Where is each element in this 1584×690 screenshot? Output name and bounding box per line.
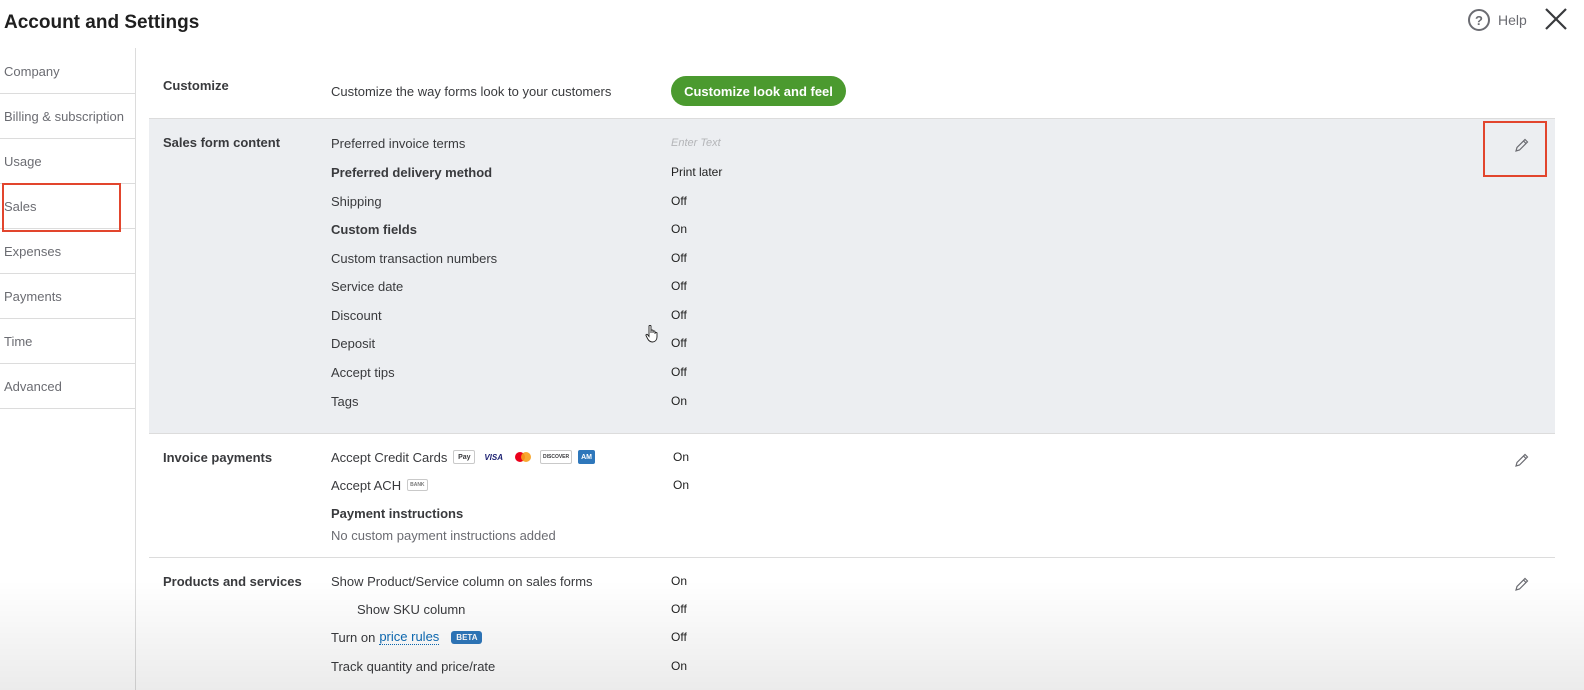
page-title: Account and Settings	[4, 12, 200, 33]
setting-value: On	[671, 394, 688, 408]
beta-badge: BETA	[451, 630, 483, 644]
setting-name: Tags	[331, 393, 359, 409]
customize-section: Customize Customize the way forms look t…	[149, 48, 1555, 119]
invoice-payments-section: Invoice payments Accept Credit Cards Pay…	[149, 434, 1555, 558]
setting-row[interactable]: Show Product/Service column on sales for…	[331, 571, 1531, 591]
pencil-icon[interactable]	[1514, 452, 1530, 468]
discover-icon: DISCOVER	[540, 450, 573, 464]
payment-instructions-text: No custom payment instructions added	[331, 527, 556, 543]
sidebar-item-billing[interactable]: Billing & subscription	[0, 94, 135, 139]
sidebar-item-usage[interactable]: Usage	[0, 139, 135, 184]
setting-name: Turn on price rules BETA	[331, 629, 671, 645]
products-services-label: Products and services	[163, 574, 302, 589]
setting-value: On	[671, 222, 688, 236]
setting-name: Discount	[331, 307, 382, 323]
sidebar-item-sales[interactable]: Sales	[0, 183, 135, 232]
setting-value: On	[671, 574, 688, 588]
apple-pay-icon: Pay	[453, 450, 476, 464]
mastercard-icon	[512, 450, 534, 464]
turn-on-label: Turn on	[331, 629, 376, 645]
setting-row[interactable]: Preferred delivery method Print later	[331, 162, 1531, 182]
setting-row[interactable]: Discount Off	[331, 305, 1531, 325]
setting-name: Service date	[331, 278, 404, 294]
customize-label: Customize	[163, 78, 229, 93]
customize-look-button[interactable]: Customize look and feel	[671, 76, 846, 106]
setting-value: Off	[671, 194, 687, 208]
setting-name: Deposit	[331, 335, 376, 351]
setting-value: Off	[671, 365, 687, 379]
setting-name: Accept tips	[331, 364, 395, 380]
sales-form-section: Sales form content Preferred invoice ter…	[149, 119, 1555, 434]
setting-row[interactable]: Accept Credit Cards Pay VISA DISCOVER AM…	[331, 447, 1531, 467]
setting-row[interactable]: Accept tips Off	[331, 362, 1531, 382]
customize-description-row: Customize the way forms look to your cus…	[331, 81, 1531, 101]
setting-row[interactable]: Preferred invoice terms Enter Text	[331, 133, 1531, 153]
bank-icon: BANK	[407, 479, 428, 491]
setting-row[interactable]: Turn on price rules BETA Off	[331, 627, 1531, 647]
setting-row[interactable]: Accept ACH BANK On	[331, 475, 1531, 495]
setting-value: Off	[671, 279, 687, 293]
setting-value: Off	[671, 630, 687, 644]
setting-row[interactable]: Shipping Off	[331, 191, 1531, 211]
accept-credit-cards-label: Accept Credit Cards	[331, 449, 448, 465]
help-label: Help	[1498, 12, 1527, 28]
help-button[interactable]: ? Help	[1468, 9, 1527, 31]
setting-row[interactable]: Show SKU column Off	[331, 599, 1531, 619]
setting-row[interactable]: Custom transaction numbers Off	[331, 248, 1531, 268]
pencil-icon[interactable]	[1514, 576, 1530, 592]
close-icon[interactable]	[1543, 6, 1569, 32]
setting-row[interactable]: Deposit Off	[331, 333, 1531, 353]
sales-form-label: Sales form content	[163, 135, 281, 150]
setting-name: Custom fields	[331, 221, 417, 237]
setting-row[interactable]: Service date Off	[331, 276, 1531, 296]
setting-value: On	[673, 478, 690, 492]
setting-name: Show SKU column	[357, 601, 466, 617]
setting-value: Off	[671, 308, 687, 322]
customize-description: Customize the way forms look to your cus…	[331, 83, 612, 99]
setting-name: Show Product/Service column on sales for…	[331, 573, 593, 589]
help-icon: ?	[1468, 9, 1490, 31]
pencil-icon[interactable]	[1514, 137, 1530, 153]
setting-name: Accept Credit Cards Pay VISA DISCOVER AM	[331, 450, 671, 465]
amex-icon: AM	[578, 450, 596, 464]
sidebar-item-time[interactable]: Time	[0, 319, 135, 364]
sidebar-item-advanced[interactable]: Advanced	[0, 364, 135, 409]
setting-row[interactable]: Track quantity and price/rate On	[331, 656, 1531, 676]
sidebar-item-expenses[interactable]: Expenses	[0, 229, 135, 274]
setting-row[interactable]: Tags On	[331, 391, 1531, 411]
accept-ach-label: Accept ACH	[331, 477, 402, 493]
setting-row[interactable]: Custom fields On	[331, 219, 1531, 239]
price-rules-link[interactable]: price rules	[379, 629, 440, 645]
setting-name: Custom transaction numbers	[331, 250, 498, 266]
hand-cursor-icon	[645, 325, 658, 343]
setting-name: Track quantity and price/rate	[331, 658, 496, 674]
setting-name: Accept ACH BANK	[331, 478, 671, 493]
setting-name: Preferred delivery method	[331, 164, 493, 180]
setting-value: Off	[671, 602, 687, 616]
payment-instructions-title: Payment instructions	[331, 505, 464, 521]
settings-main: Customize Customize the way forms look t…	[149, 48, 1555, 690]
invoice-payments-label: Invoice payments	[163, 450, 273, 465]
sidebar: Company Billing & subscription Usage Sal…	[0, 48, 136, 690]
payment-instructions-row: No custom payment instructions added	[331, 525, 1531, 545]
setting-value: Off	[671, 336, 687, 350]
setting-value: On	[671, 659, 688, 673]
visa-icon: VISA	[481, 450, 506, 464]
setting-value: Print later	[671, 165, 723, 179]
sidebar-item-payments[interactable]: Payments	[0, 274, 135, 319]
invoice-terms-placeholder: Enter Text	[671, 137, 721, 149]
sidebar-item-company[interactable]: Company	[0, 48, 135, 94]
setting-name: Preferred invoice terms	[331, 135, 466, 151]
products-services-section: Products and services Show Product/Servi…	[149, 558, 1555, 690]
setting-value: On	[673, 450, 690, 464]
setting-name: Shipping	[331, 193, 382, 209]
payment-instructions-title-row: Payment instructions	[331, 503, 1531, 523]
setting-value: Off	[671, 251, 687, 265]
